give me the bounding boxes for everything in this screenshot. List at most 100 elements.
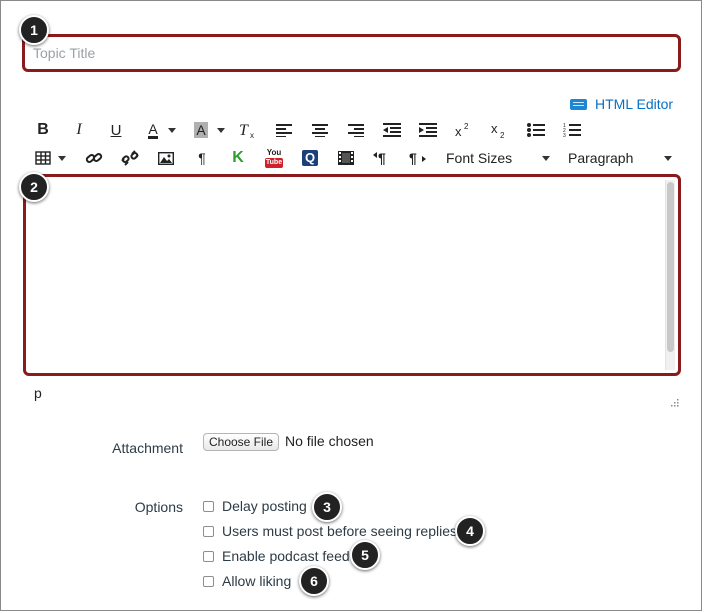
- callout-badge-5: 5: [350, 540, 380, 570]
- align-right-button[interactable]: [344, 119, 368, 141]
- ltr-button[interactable]: ¶: [370, 147, 394, 169]
- svg-text:¶: ¶: [409, 150, 417, 166]
- topic-title-input[interactable]: [33, 45, 633, 61]
- svg-text:2: 2: [464, 122, 469, 131]
- unlink-button[interactable]: [118, 147, 142, 169]
- enable-podcast-checkbox[interactable]: [203, 550, 214, 562]
- image-button[interactable]: [154, 147, 178, 169]
- callout-badge-1: 1: [19, 15, 49, 45]
- file-status: No file chosen: [285, 433, 374, 449]
- attachment-label: Attachment: [112, 440, 183, 456]
- indent-icon: [419, 123, 437, 137]
- link-button[interactable]: [82, 147, 106, 169]
- svg-text:x: x: [491, 122, 498, 136]
- text-color-dropdown-icon[interactable]: [168, 128, 176, 133]
- svg-text:¶: ¶: [378, 150, 386, 166]
- text-color-icon: A: [148, 120, 158, 139]
- bullet-list-icon: [527, 123, 545, 137]
- svg-text:x: x: [455, 124, 462, 138]
- align-right-icon: [348, 124, 364, 137]
- svg-text:x: x: [250, 131, 254, 139]
- option-enable-podcast[interactable]: Enable podcast feed: [203, 547, 350, 565]
- svg-text:2: 2: [500, 131, 505, 138]
- table-dropdown-icon[interactable]: [58, 156, 66, 161]
- kaltura-icon: K: [232, 149, 244, 166]
- background-color-button[interactable]: A: [188, 119, 214, 141]
- editor-element-path: p: [34, 385, 42, 401]
- link-icon: [85, 153, 103, 163]
- indent-button[interactable]: [416, 119, 440, 141]
- discussion-form: 1 HTML Editor B I U A A Tx x2 x2 123: [0, 0, 702, 611]
- allow-liking-label: Allow liking: [222, 573, 292, 589]
- choose-file-button[interactable]: Choose File: [203, 433, 279, 451]
- numbered-list-button[interactable]: 123: [560, 119, 584, 141]
- youtube-icon-bottom: Tube: [264, 157, 284, 168]
- callout-badge-2: 2: [19, 172, 49, 202]
- rtl-button[interactable]: ¶: [406, 147, 430, 169]
- option-delay-posting[interactable]: Delay posting: [203, 497, 307, 515]
- ltr-icon: ¶: [373, 150, 386, 166]
- option-allow-liking[interactable]: Allow liking: [203, 572, 291, 590]
- italic-icon: I: [76, 121, 82, 138]
- bullet-list-button[interactable]: [524, 119, 548, 141]
- rtl-icon: ¶: [409, 150, 426, 166]
- paragraph-format-chevron-down-icon: [664, 156, 672, 161]
- option-users-must-post[interactable]: Users must post before seeing replies: [203, 522, 457, 540]
- underline-icon: U: [110, 121, 122, 139]
- subscript-button[interactable]: x2: [487, 119, 511, 141]
- allow-liking-checkbox[interactable]: [203, 575, 214, 587]
- font-sizes-label: Font Sizes: [446, 150, 513, 166]
- superscript-button[interactable]: x2: [451, 119, 475, 141]
- table-icon: [35, 151, 51, 165]
- youtube-button[interactable]: You Tube: [262, 147, 286, 169]
- paragraph-mark-button[interactable]: ¶: [190, 147, 214, 169]
- quizlet-icon: Q: [302, 150, 318, 166]
- quizlet-button[interactable]: Q: [298, 147, 322, 169]
- clear-formatting-button[interactable]: Tx: [236, 119, 260, 141]
- svg-text:T: T: [239, 122, 249, 139]
- media-icon: [338, 151, 354, 165]
- outdent-button[interactable]: [380, 119, 404, 141]
- text-color-button[interactable]: A: [140, 119, 166, 141]
- clear-formatting-icon: Tx: [239, 122, 254, 139]
- html-editor-label: HTML Editor: [595, 96, 674, 112]
- kaltura-button[interactable]: K: [226, 147, 250, 169]
- bold-button[interactable]: B: [31, 119, 55, 141]
- underline-button[interactable]: U: [104, 119, 128, 141]
- outdent-icon: [383, 123, 401, 137]
- bold-icon: B: [37, 121, 49, 138]
- users-must-post-checkbox[interactable]: [203, 525, 214, 537]
- youtube-icon: You Tube: [264, 148, 284, 168]
- rich-content-editor[interactable]: [23, 174, 681, 376]
- align-left-icon: [276, 124, 292, 137]
- font-sizes-dropdown[interactable]: Font Sizes: [446, 147, 551, 169]
- align-left-button[interactable]: [272, 119, 296, 141]
- editor-scrollbar-thumb[interactable]: [667, 182, 674, 352]
- align-center-button[interactable]: [308, 119, 332, 141]
- editor-scrollbar[interactable]: [665, 180, 675, 370]
- html-editor-link[interactable]: HTML Editor: [570, 96, 673, 112]
- background-color-dropdown-icon[interactable]: [217, 128, 225, 133]
- options-label: Options: [134, 499, 183, 515]
- delay-posting-label: Delay posting: [222, 498, 307, 514]
- media-button[interactable]: [334, 147, 358, 169]
- delay-posting-checkbox[interactable]: [203, 500, 214, 512]
- superscript-icon: x2: [455, 122, 469, 138]
- resize-handle-icon[interactable]: [669, 397, 679, 407]
- subscript-icon: x2: [491, 122, 505, 138]
- font-sizes-chevron-down-icon: [542, 156, 550, 161]
- enable-podcast-label: Enable podcast feed: [222, 548, 350, 564]
- callout-badge-4: 4: [455, 516, 485, 546]
- svg-text:3: 3: [563, 133, 566, 138]
- italic-button[interactable]: I: [67, 119, 91, 141]
- unlink-icon: [121, 150, 139, 166]
- background-color-icon: A: [194, 122, 208, 138]
- paragraph-format-label: Paragraph: [568, 150, 634, 166]
- topic-title-field[interactable]: [22, 34, 681, 72]
- paragraph-format-dropdown[interactable]: Paragraph: [568, 147, 673, 169]
- image-icon: [158, 151, 174, 165]
- users-must-post-label: Users must post before seeing replies: [222, 523, 457, 539]
- callout-badge-3: 3: [312, 492, 342, 522]
- table-button[interactable]: [31, 147, 55, 169]
- callout-badge-6: 6: [299, 566, 329, 596]
